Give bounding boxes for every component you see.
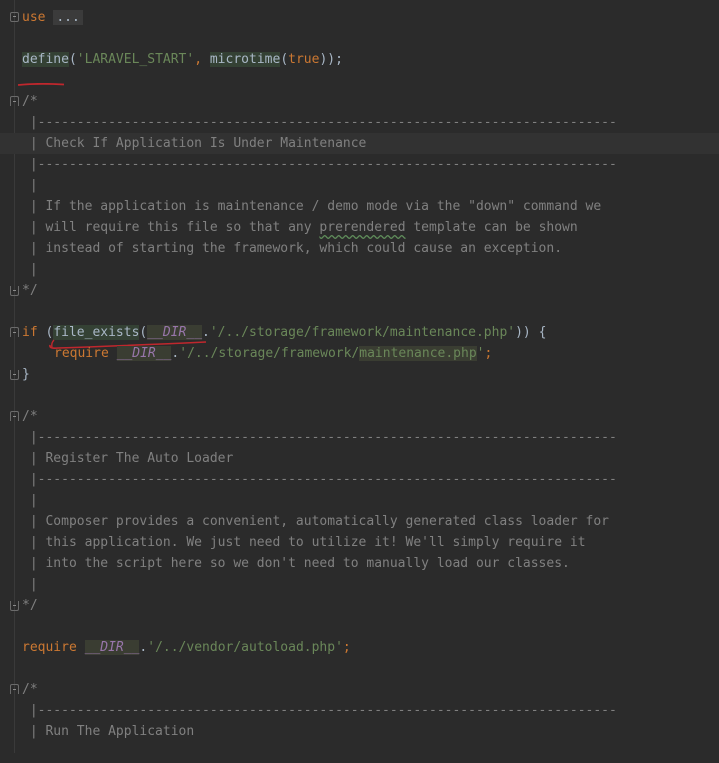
code-line[interactable]: | If the application is maintenance / de…: [0, 196, 719, 217]
comment: | If the application is maintenance / de…: [22, 199, 602, 214]
keyword: use: [22, 10, 46, 25]
comment: /*: [22, 94, 38, 109]
comment: */: [22, 598, 38, 613]
magic-constant: __DIR__: [147, 325, 203, 340]
code-line[interactable]: | Register The Auto Loader: [0, 448, 719, 469]
paren: (: [37, 325, 54, 340]
code-line[interactable]: /*: [0, 406, 719, 427]
fold-close-icon[interactable]: [10, 601, 19, 611]
string-literal: '/../vendor/autoload.php': [147, 640, 343, 655]
code-line[interactable]: |---------------------------------------…: [0, 112, 719, 133]
comment: | instead of starting the framework, whi…: [22, 241, 563, 256]
comment: |---------------------------------------…: [22, 472, 617, 487]
keyword: require: [22, 640, 77, 655]
code-line[interactable]: /*: [0, 679, 719, 700]
code-line[interactable]: */: [0, 595, 719, 616]
semicolon: ;: [342, 640, 351, 655]
spellcheck-word[interactable]: prerendered: [319, 220, 405, 235]
comment: | will require this file so that any: [22, 220, 320, 235]
code-line[interactable]: define('LARAVEL_START', microtime(true))…: [0, 49, 719, 70]
comment: template can be shown: [405, 220, 578, 235]
brace: }: [22, 367, 30, 382]
comment: |---------------------------------------…: [22, 157, 617, 172]
code-line[interactable]: | instead of starting the framework, whi…: [0, 238, 719, 259]
code-line[interactable]: |: [0, 175, 719, 196]
comment: | Composer provides a convenient, automa…: [22, 514, 609, 529]
keyword: if: [22, 325, 38, 340]
string-literal: maintenance.php: [359, 346, 477, 361]
function-name: microtime: [209, 52, 281, 67]
comment: |: [22, 577, 38, 592]
string-literal: '/../storage/framework/maintenance.php': [209, 325, 516, 340]
comment: | Run The Application: [22, 724, 195, 739]
code-line[interactable]: |---------------------------------------…: [0, 154, 719, 175]
code-line[interactable]: }: [0, 364, 719, 385]
code-line[interactable]: require __DIR__.'/../vendor/autoload.php…: [0, 637, 719, 658]
comment: |: [22, 262, 38, 277]
comment: |: [22, 493, 38, 508]
function-name: file_exists: [53, 325, 140, 340]
folded-imports[interactable]: ...: [53, 10, 83, 25]
fold-open-icon[interactable]: [10, 411, 19, 421]
magic-constant: __DIR__: [116, 346, 172, 361]
comment: | this application. We just need to util…: [22, 535, 586, 550]
comment: |---------------------------------------…: [22, 430, 617, 445]
code-line-current[interactable]: | Check If Application Is Under Maintena…: [0, 133, 719, 154]
semicolon: ;: [484, 346, 493, 361]
string-literal: '/../storage/framework/: [179, 346, 360, 361]
comment: | into the script here so we don't need …: [22, 556, 570, 571]
code-line[interactable]: require __DIR__.'/../storage/framework/m…: [0, 343, 719, 364]
code-line[interactable]: |: [0, 490, 719, 511]
paren: (: [280, 52, 289, 67]
comment: /*: [22, 409, 38, 424]
comma: ,: [194, 52, 210, 67]
fold-open-icon[interactable]: [10, 327, 19, 337]
paren: (: [68, 52, 77, 67]
code-line[interactable]: |---------------------------------------…: [0, 469, 719, 490]
comment: | Check If Application Is Under Maintena…: [22, 136, 367, 151]
code-line[interactable]: |: [0, 259, 719, 280]
keyword: require: [54, 346, 109, 361]
code-line[interactable]: | will require this file so that any pre…: [0, 217, 719, 238]
fold-close-icon[interactable]: [10, 286, 19, 296]
code-line[interactable]: |: [0, 574, 719, 595]
code-line[interactable]: |---------------------------------------…: [0, 700, 719, 721]
operator: .: [202, 325, 210, 340]
fold-close-icon[interactable]: [10, 370, 19, 380]
red-underline-annotation: [18, 83, 64, 86]
code-line[interactable]: /*: [0, 91, 719, 112]
function-name: define: [22, 52, 69, 67]
comment: |---------------------------------------…: [22, 115, 617, 130]
string-literal: 'LARAVEL_START': [76, 52, 195, 67]
comment: */: [22, 283, 38, 298]
paren: ));: [319, 52, 343, 67]
magic-constant: __DIR__: [84, 640, 140, 655]
code-line[interactable]: */: [0, 280, 719, 301]
paren: )) {: [515, 325, 547, 340]
code-line[interactable]: |---------------------------------------…: [0, 427, 719, 448]
code-line[interactable]: use ...: [0, 7, 719, 28]
code-line[interactable]: | Run The Application: [0, 721, 719, 742]
fold-open-icon[interactable]: [10, 684, 19, 694]
fold-collapsed-icon[interactable]: [10, 12, 19, 22]
code-line[interactable]: | this application. We just need to util…: [0, 532, 719, 553]
comment: |---------------------------------------…: [22, 703, 617, 718]
code-line[interactable]: | into the script here so we don't need …: [0, 553, 719, 574]
keyword: true: [288, 52, 320, 67]
string-literal: ': [476, 346, 485, 361]
code-line[interactable]: | Composer provides a convenient, automa…: [0, 511, 719, 532]
comment: |: [22, 178, 38, 193]
comment: | Register The Auto Loader: [22, 451, 234, 466]
comment: /*: [22, 682, 38, 697]
fold-open-icon[interactable]: [10, 96, 19, 106]
